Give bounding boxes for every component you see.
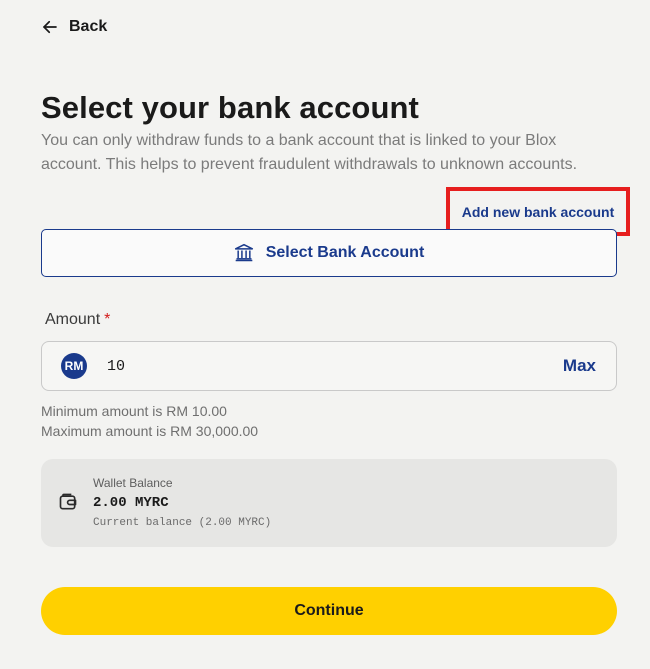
wallet-balance-note: Current balance (2.00 MYRC) [93,517,272,529]
myrc-coin-icon: RM [61,353,87,379]
wallet-balance-card: Wallet Balance 2.00 MYRC Current balance… [41,459,617,547]
bank-icon [234,243,253,262]
back-label: Back [69,18,108,35]
required-mark: * [104,311,111,328]
amount-label-text: Amount [45,311,101,328]
minimum-amount-text: Minimum amount is RM 10.00 [41,403,227,419]
amount-label: Amount * [45,311,110,329]
amount-field: RM Max [41,341,617,391]
wallet-balance-amount: 2.00 MYRC [93,495,169,511]
page-title: Select your bank account [41,90,419,125]
page-subtitle: You can only withdraw funds to a bank ac… [41,132,578,173]
amount-input[interactable] [107,357,563,375]
maximum-amount-text: Maximum amount is RM 30,000.00 [41,423,259,439]
continue-button[interactable]: Continue [41,587,617,635]
select-bank-account-label: Select Bank Account [265,244,425,261]
back-button[interactable]: Back [41,18,107,36]
amount-limits: Minimum amount is RM 10.00 Maximum amoun… [41,401,258,441]
withdraw-page: Back Select your bank account You can on… [0,0,650,669]
wallet-icon [59,493,77,510]
select-bank-account-button[interactable]: Select Bank Account [41,229,617,277]
wallet-balance-label: Wallet Balance [93,476,173,490]
max-button[interactable]: Max [563,356,596,376]
arrow-left-icon [43,20,57,34]
